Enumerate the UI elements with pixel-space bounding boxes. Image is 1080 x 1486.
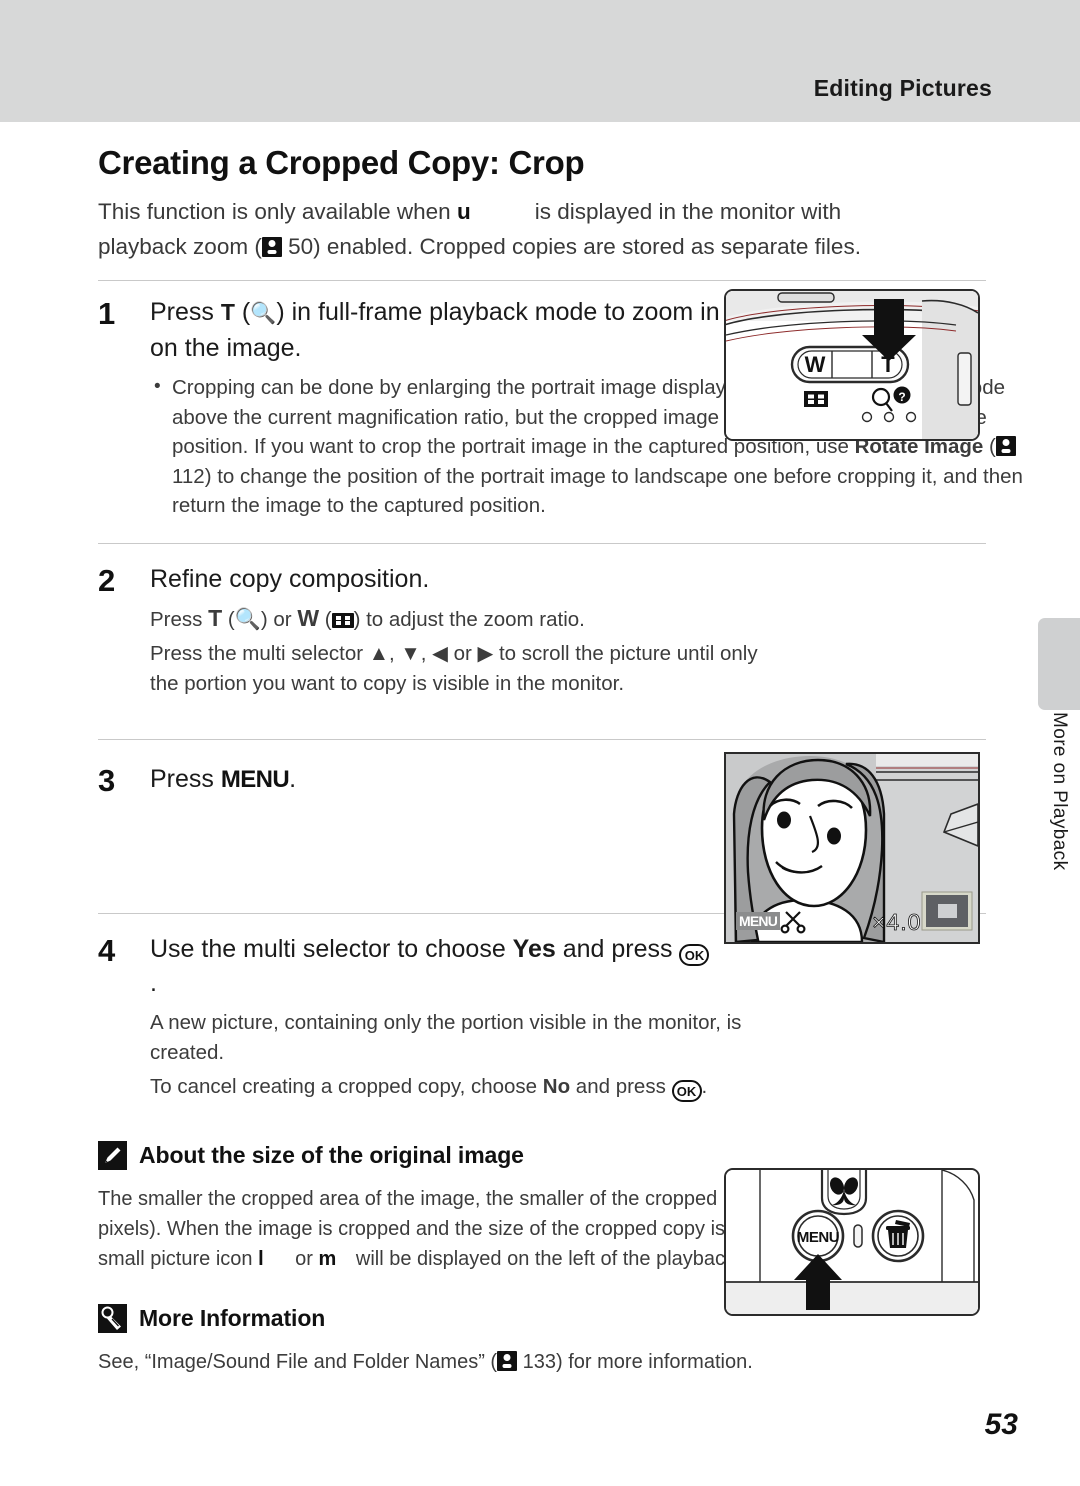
ok-button-icon: OK — [671, 1080, 702, 1102]
step-1-head-b: ( — [234, 298, 251, 326]
yes-term: Yes — [512, 935, 556, 963]
page-title: Creating a Cropped Copy: Crop — [98, 144, 585, 181]
step-4-heading: Use the multi selector to choose Yes and… — [150, 932, 712, 1000]
intro-text-3: ) enabled. Cropped copies are stored as … — [313, 234, 861, 259]
running-header-title: Editing Pictures — [813, 75, 992, 101]
magnifier-icon: 🔍 — [234, 607, 261, 631]
step-2-heading: Refine copy composition. — [150, 564, 430, 593]
note2-text-b: ) for more information. — [556, 1351, 753, 1373]
step-4-body: A new picture, containing only the porti… — [150, 1008, 741, 1102]
step-1-bullet-text-3: ) to change the position of the portrait… — [172, 464, 1023, 518]
magnifier-tag-icon — [98, 1304, 127, 1333]
intro-paragraph: This function is only available when u is… — [98, 194, 928, 264]
s2-t3: ) or — [260, 607, 298, 631]
step-1-heading: Press T (🔍) in full-frame playback mode … — [150, 295, 750, 365]
svg-text:W: W — [805, 352, 826, 377]
step-2-body: Press T (🔍) or W () to adjust the zoom r… — [150, 604, 758, 699]
step-1-number: 1 — [98, 296, 116, 331]
wide-key-label: W — [297, 604, 320, 631]
s2-t1: Press — [150, 607, 209, 631]
header-band — [0, 0, 1080, 122]
step-2: 2 Refine copy composition. Press T (🔍) o… — [98, 544, 1005, 704]
step-1-head-a: Press — [150, 298, 221, 326]
note2-ref-page: 133 — [522, 1351, 557, 1373]
s4-t6: . — [701, 1075, 708, 1098]
intro-text-1: This function is only available when — [98, 199, 451, 224]
step-2-line-1: Press T (🔍) or W () to adjust the zoom r… — [150, 604, 712, 635]
note1-text-b: or — [289, 1248, 319, 1270]
placeholder-glyph-m: m — [318, 1248, 337, 1270]
menu-key-label: MENU — [220, 766, 290, 793]
placeholder-glyph-u: u — [456, 199, 471, 224]
note-body: See, “Image/Sound File and Folder Names”… — [98, 1347, 988, 1377]
tele-key-label: T — [220, 299, 235, 325]
step-4-line-2: To cancel creating a cropped copy, choos… — [150, 1072, 750, 1102]
step-2-line-2: Press the multi selector ▲, ▼, ◀ or ▶ to… — [150, 642, 758, 695]
step-1-bullet-text-2: ( — [983, 435, 996, 458]
svg-text:MENU: MENU — [797, 1229, 839, 1246]
section-tab-label: More on Playback — [1049, 712, 1070, 871]
svg-text:?: ? — [898, 390, 905, 404]
manual-ref-icon — [261, 237, 282, 257]
page-number: 53 — [984, 1408, 1018, 1441]
s4-t1: Use the multi selector to choose — [150, 935, 513, 963]
s4-t2: and press — [555, 935, 680, 963]
s2-t4: ( — [319, 607, 332, 631]
s4-t3: . — [150, 969, 157, 997]
figure-zoom-control: W T ? — [724, 289, 980, 441]
step-4-number: 4 — [98, 933, 116, 968]
placeholder-glyph-l: l — [258, 1248, 264, 1270]
s2-t5: ) to adjust the zoom ratio. — [353, 607, 585, 631]
intro-ref-page: 50 — [288, 234, 314, 259]
s3-t2: . — [289, 765, 297, 793]
s4-t4: To cancel creating a cropped copy, choos… — [150, 1075, 543, 1098]
step-3-number: 3 — [98, 763, 116, 798]
note-title: More Information — [139, 1305, 326, 1331]
ok-button-icon: OK — [679, 944, 710, 966]
section-tab-block — [1038, 618, 1080, 710]
s3-t1: Press — [150, 765, 221, 793]
manual-page: Editing Pictures More on Playback Creati… — [0, 0, 1080, 1486]
step-4-line-1: A new picture, containing only the porti… — [150, 1011, 742, 1064]
s2-t2: ( — [222, 607, 235, 631]
note-title: About the size of the original image — [139, 1142, 524, 1168]
figure-monitor-zoom: MENU ×4.0 — [724, 752, 980, 944]
no-term: No — [542, 1075, 571, 1098]
step-2-number: 2 — [98, 562, 116, 598]
note2-text-a: See, “Image/Sound File and Folder Names”… — [98, 1351, 498, 1373]
svg-text:×4.0: ×4.0 — [872, 909, 921, 935]
step-1-ref-page: 112 — [172, 464, 205, 488]
figure-camera-back: MENU — [724, 1168, 980, 1316]
s4-t5: and press — [570, 1075, 672, 1098]
tele-key-label: T — [208, 604, 223, 631]
svg-text:MENU: MENU — [739, 913, 778, 929]
manual-ref-icon — [995, 436, 1016, 456]
step-3-heading: Press MENU. — [150, 762, 712, 797]
step-1-bullets: Cropping can be done by enlarging the po… — [150, 372, 1023, 521]
magnifier-icon: 🔍 — [250, 302, 277, 325]
thumbnail-icon — [331, 612, 354, 628]
manual-ref-icon — [497, 1351, 518, 1371]
pencil-icon — [98, 1141, 127, 1170]
